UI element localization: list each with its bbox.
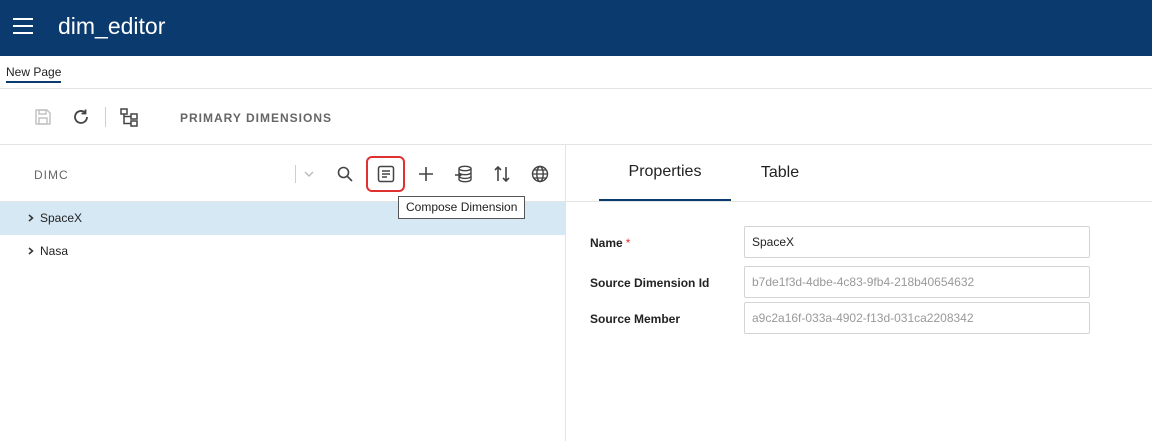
save-icon[interactable] [31, 105, 55, 129]
app-title: dim_editor [58, 13, 166, 39]
section-title: PRIMARY DIMENSIONS [180, 111, 333, 125]
tab-properties[interactable]: Properties [599, 145, 731, 201]
search-icon[interactable] [333, 162, 357, 186]
source-member-field[interactable] [744, 302, 1090, 334]
main-toolbar: PRIMARY DIMENSIONS [0, 89, 1152, 145]
dimension-panel: DIMC SpaceX Nasa [0, 145, 566, 441]
tree-item[interactable]: Nasa [0, 235, 565, 268]
menu-icon[interactable] [13, 18, 33, 34]
compose-dimension-button[interactable] [366, 156, 405, 192]
chevron-right-icon[interactable] [26, 246, 36, 256]
tab-table[interactable]: Table [731, 145, 829, 201]
compose-icon [377, 165, 394, 183]
app-bar: dim_editor [0, 0, 1152, 56]
chevron-right-icon[interactable] [26, 213, 36, 223]
toolbar-divider [105, 107, 106, 127]
plus-icon[interactable] [414, 162, 438, 186]
hierarchy-icon[interactable] [117, 105, 141, 129]
source-dimension-id-field[interactable] [744, 266, 1090, 298]
source-member-label: Source Member [590, 312, 681, 326]
database-import-icon[interactable] [452, 162, 476, 186]
source-dimension-id-label: Source Dimension Id [590, 276, 710, 290]
dimension-label: DIMC [34, 168, 69, 182]
globe-icon[interactable] [528, 162, 552, 186]
required-mark: * [625, 236, 631, 250]
name-field[interactable] [744, 226, 1090, 258]
page-tab-bar: New Page [0, 56, 1152, 89]
compose-dimension-tooltip: Compose Dimension [398, 196, 526, 219]
tree-item-label: SpaceX [40, 211, 83, 225]
sort-icon[interactable] [490, 162, 514, 186]
page-tab-new-page[interactable]: New Page [6, 65, 62, 83]
tree-item-label: Nasa [40, 244, 69, 258]
dimension-panel-header: DIMC [0, 145, 566, 202]
details-tab-bar: Properties Table [566, 145, 1152, 202]
header-divider [295, 165, 296, 183]
refresh-icon[interactable] [69, 105, 93, 129]
details-panel: Properties Table Name* Source Dimension … [566, 145, 1152, 441]
chevron-down-icon[interactable] [297, 162, 321, 186]
name-label: Name * [590, 236, 631, 250]
